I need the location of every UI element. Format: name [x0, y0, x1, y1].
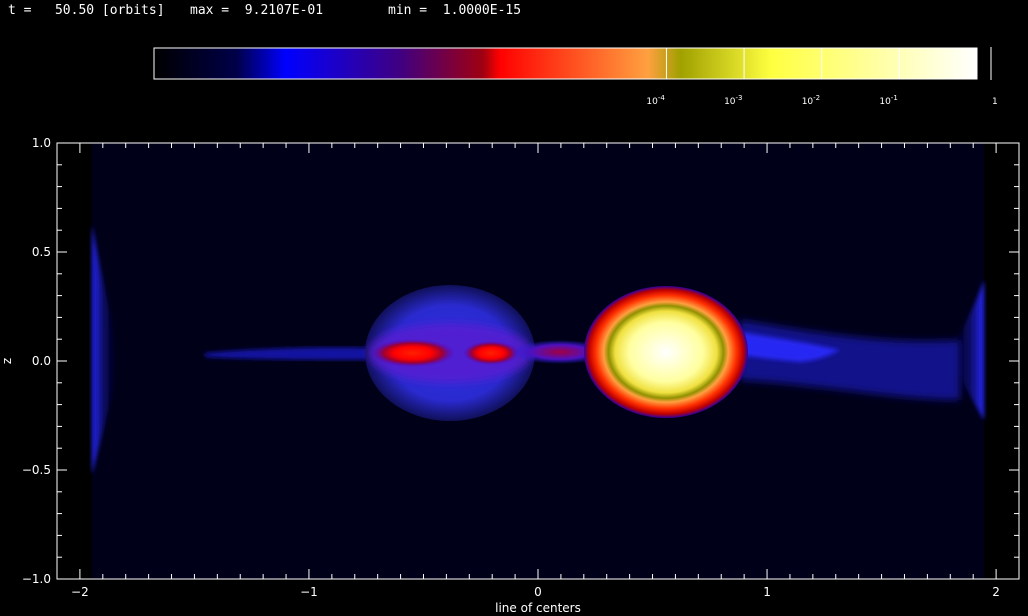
y-axis-title: z	[0, 358, 14, 364]
figure: 10-4 10-3 10-2 10-1 1 −2 −1 0 1 2 1.00.5…	[0, 47, 1020, 615]
x-tick-label: 2	[992, 585, 1000, 599]
x-tick-label: −1	[300, 585, 318, 599]
donor-core-right	[463, 341, 519, 365]
accretor-star	[584, 286, 748, 418]
y-tick-label: 0.0	[32, 354, 51, 368]
colorbar: 10-4 10-3 10-2 10-1 1	[153, 47, 998, 107]
x-axis-title: line of centers	[495, 601, 581, 615]
x-tick-label: −2	[71, 585, 89, 599]
colorbar-tick-label: 10-4	[646, 94, 665, 107]
y-tick-label: 1.0	[32, 136, 51, 150]
colorbar-tick-label: 10-3	[724, 94, 742, 107]
colorbar-gradient	[154, 48, 977, 79]
y-tick-label: 0.5	[32, 245, 51, 259]
donor-core-left	[371, 339, 455, 367]
colorbar-tick-label: 10-2	[802, 94, 820, 107]
colorbar-tick-label: 10-1	[879, 94, 897, 107]
colorbar-tick-label: 1	[992, 97, 998, 107]
plot-area: −2 −1 0 1 2 1.0 0.5 0.0 −0.5 −1.0 line of center…	[0, 136, 1020, 615]
x-tick-label: 1	[763, 585, 771, 599]
x-tick-label: 0	[534, 585, 542, 599]
y-tick-label: −1.0	[22, 572, 51, 586]
y-tick-label: −0.5	[22, 463, 51, 477]
